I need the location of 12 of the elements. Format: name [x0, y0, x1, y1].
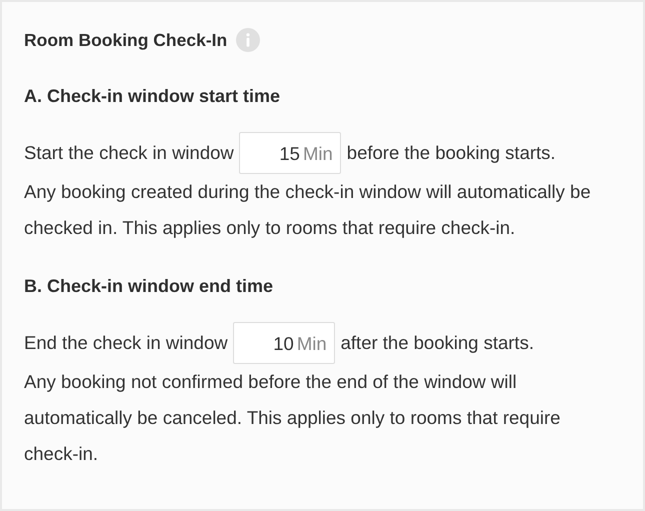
- label-text: after the booking starts.: [340, 332, 534, 354]
- number-field[interactable]: 15 Min: [238, 132, 341, 174]
- label-text: Start the check in window: [24, 142, 234, 164]
- label-text: End the check in window: [24, 332, 228, 354]
- description-text: Any booking not confirmed before the end of the window will automatically be canceled. This applies only to rooms that require check-in.: [24, 370, 562, 466]
- section-title: Room Booking Check-In: [24, 30, 228, 50]
- number-field[interactable]: 10 Min: [232, 322, 335, 364]
- info-icon[interactable]: [236, 28, 260, 52]
- description-text: Any booking created during the check-in window will automatically be checked in. This applies only to rooms that require check-in.: [24, 180, 592, 240]
- section-heading: B. Check-in window end time: [24, 275, 274, 298]
- section-heading: A. Check-in window start time: [24, 85, 282, 108]
- label-text: before the booking starts.: [346, 142, 556, 164]
